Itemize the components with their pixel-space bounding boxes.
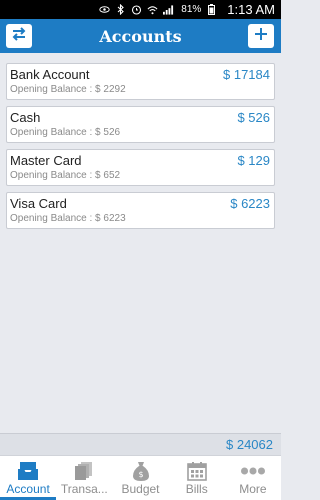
total-balance: $ 24062 bbox=[226, 437, 273, 452]
inbox-tray-icon bbox=[16, 460, 40, 482]
account-balance: $ 129 bbox=[237, 153, 270, 168]
opening-balance: Opening Balance : $ 526 bbox=[10, 127, 121, 138]
calendar-icon bbox=[185, 460, 209, 482]
page-title: Accounts bbox=[99, 26, 182, 46]
alarm-icon bbox=[131, 4, 142, 15]
transfer-button[interactable] bbox=[6, 24, 32, 48]
tab-label: Account bbox=[6, 482, 50, 496]
plus-icon bbox=[254, 27, 268, 46]
account-name: Master Card bbox=[10, 153, 82, 168]
bottom-tab-bar: Account Transa... $ Budget Bills More bbox=[0, 455, 281, 500]
tab-more[interactable]: More bbox=[225, 456, 281, 500]
account-row[interactable]: Cash $ 526 Opening Balance : $ 526 bbox=[6, 106, 275, 143]
tab-label: Bills bbox=[185, 482, 208, 496]
account-balance: $ 17184 bbox=[223, 67, 270, 82]
tab-account[interactable]: Account bbox=[0, 456, 57, 500]
tab-transactions[interactable]: Transa... bbox=[56, 456, 112, 500]
bluetooth-icon bbox=[115, 4, 126, 15]
wifi-icon bbox=[147, 4, 158, 15]
account-name: Cash bbox=[10, 110, 41, 125]
eye-icon bbox=[99, 4, 110, 15]
opening-balance: Opening Balance : $ 652 bbox=[10, 170, 121, 181]
swap-arrows-icon bbox=[11, 26, 27, 46]
account-name: Visa Card bbox=[10, 196, 67, 211]
documents-icon bbox=[72, 460, 96, 482]
account-row[interactable]: Visa Card $ 6223 Opening Balance : $ 622… bbox=[6, 192, 275, 229]
add-account-button[interactable] bbox=[248, 24, 274, 48]
more-dots-icon bbox=[240, 460, 265, 482]
money-bag-icon: $ bbox=[129, 460, 153, 482]
app-bar: Accounts bbox=[0, 19, 281, 53]
svg-text:$: $ bbox=[138, 470, 143, 479]
signal-icon bbox=[163, 4, 174, 15]
status-time: 1:13 AM bbox=[227, 2, 275, 17]
account-balance: $ 6223 bbox=[230, 196, 270, 211]
account-row[interactable]: Master Card $ 129 Opening Balance : $ 65… bbox=[6, 149, 275, 186]
battery-icon bbox=[206, 4, 217, 15]
battery-percent: 81% bbox=[181, 4, 202, 15]
tab-label: Budget bbox=[121, 482, 160, 496]
account-name: Bank Account bbox=[10, 67, 90, 82]
tab-label: More bbox=[239, 482, 267, 496]
tab-bills[interactable]: Bills bbox=[169, 456, 225, 500]
opening-balance: Opening Balance : $ 2292 bbox=[10, 84, 126, 95]
tab-budget[interactable]: $ Budget bbox=[112, 456, 168, 500]
opening-balance: Opening Balance : $ 6223 bbox=[10, 213, 126, 224]
tab-label: Transa... bbox=[60, 482, 108, 496]
status-bar: 81% 1:13 AM bbox=[0, 0, 281, 19]
account-row[interactable]: Bank Account $ 17184 Opening Balance : $… bbox=[6, 63, 275, 100]
total-balance-bar: $ 24062 bbox=[0, 433, 281, 455]
account-list: Bank Account $ 17184 Opening Balance : $… bbox=[6, 63, 275, 235]
account-balance: $ 526 bbox=[237, 110, 270, 125]
